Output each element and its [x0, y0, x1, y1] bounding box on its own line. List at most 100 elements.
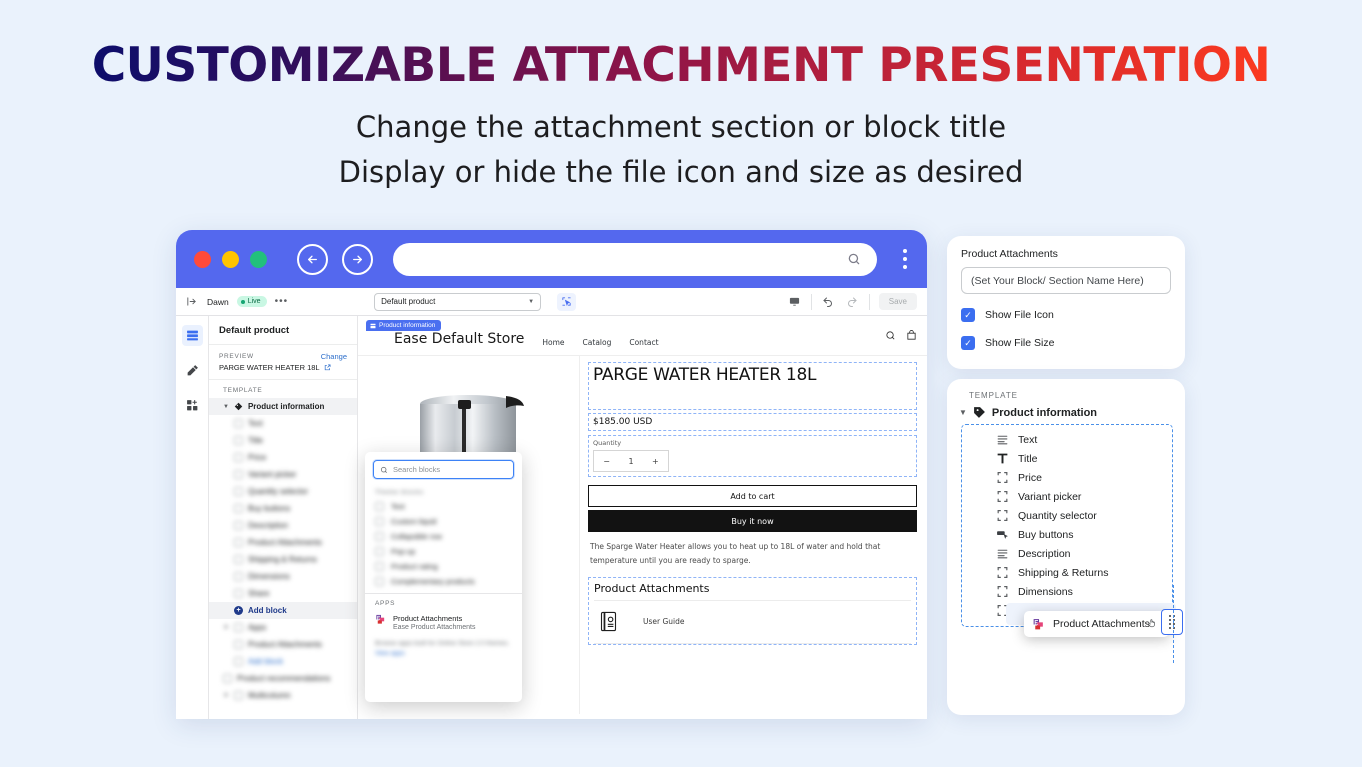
sidebar-block-dimensions[interactable]: Dimensions [209, 568, 357, 585]
block-name-input[interactable]: (Set Your Block/ Section Name Here) [961, 267, 1171, 294]
chevron-down-icon[interactable]: ▼ [223, 404, 229, 410]
desktop-icon[interactable] [787, 294, 802, 309]
nav-link-contact[interactable]: Contact [629, 338, 658, 347]
placeholder-brackets-icon [234, 589, 243, 598]
sidebar-block-variant-picker[interactable]: Variant picker [209, 466, 357, 483]
sidebar-section-product-information[interactable]: ▼ Product information [209, 398, 357, 415]
sidebar-block-text[interactable]: Text [209, 415, 357, 432]
template-row-description[interactable]: Description [962, 544, 1172, 563]
popup-item-text[interactable]: Text [365, 499, 522, 514]
template-select[interactable]: Default product ▼ [374, 292, 542, 311]
redo-icon[interactable] [845, 294, 860, 309]
show-file-icon-row[interactable]: ✓ Show File Icon [961, 308, 1171, 322]
external-link-icon[interactable] [324, 364, 331, 371]
sidebar-add-block-button[interactable]: + Add block [209, 602, 357, 619]
close-window-dot[interactable] [194, 250, 211, 268]
inspector-icon[interactable] [557, 292, 577, 311]
apps-icon [233, 623, 243, 632]
label: Variant picker [248, 470, 297, 479]
label: Apps [247, 623, 267, 632]
label: Shipping & Returns [1018, 566, 1109, 579]
sections-icon[interactable] [181, 325, 203, 346]
nav-link-home[interactable]: Home [542, 338, 564, 347]
template-row-text[interactable]: Text [962, 430, 1172, 449]
popup-item-collapsible-row[interactable]: Collapsible row [365, 529, 522, 544]
label: Collapsible row [391, 532, 442, 541]
popup-footer-link[interactable]: View apps [375, 650, 405, 657]
sidebar-block-product-attachments[interactable]: Product Attachments [209, 534, 357, 551]
product-price[interactable]: $185.00 USD [588, 413, 917, 431]
toolbar-right-tools: Save [787, 293, 919, 310]
quantity-block[interactable]: Quantity − 1 + [588, 435, 917, 477]
popup-item-custom-liquid[interactable]: Custom liquid [365, 514, 522, 529]
store-header-icons [885, 330, 917, 341]
template-panel: TEMPLATE ▼ Product information Text Titl… [947, 379, 1185, 715]
template-row-quantity-selector[interactable]: Quantity selector [962, 506, 1172, 525]
sidebar-block-quantity-selector[interactable]: Quantity selector [209, 483, 357, 500]
show-file-icon-checkbox[interactable]: ✓ [961, 308, 975, 322]
chevron-down-icon[interactable]: ▼ [959, 408, 967, 417]
buy-it-now-button[interactable]: Buy it now [588, 510, 917, 532]
sidebar-apps-add-block[interactable]: Add block [209, 653, 357, 670]
popup-item-complementary-products[interactable]: Complementary products [365, 574, 522, 589]
popup-item-product-rating[interactable]: Product rating [365, 559, 522, 574]
sidebar-section-product-recommendations[interactable]: Product recommendations [209, 670, 357, 687]
sidebar-group-apps[interactable]: ▼ Apps [209, 619, 357, 636]
sidebar-block-description[interactable]: Description [209, 517, 357, 534]
toolbar-divider [810, 293, 812, 310]
template-row-title[interactable]: Title [962, 449, 1172, 468]
template-row-dimensions[interactable]: Dimensions [962, 582, 1172, 601]
quantity-increase-button[interactable]: + [652, 457, 659, 466]
product-attachments-block[interactable]: Product Attachments User Guide [588, 576, 917, 645]
attachment-row[interactable]: User Guide [594, 599, 911, 644]
nav-link-catalog[interactable]: Catalog [583, 338, 612, 347]
sidebar-block-shipping-returns[interactable]: Shipping & Returns [209, 551, 357, 568]
popup-app-product-attachments[interactable]: Product Attachments Ease Product Attachm… [365, 610, 522, 633]
minimize-window-dot[interactable] [222, 250, 239, 268]
sidebar-block-price[interactable]: Price [209, 449, 357, 466]
sidebar-apps-product-attachments[interactable]: Product Attachments [209, 636, 357, 653]
sidebar-block-buy-buttons[interactable]: Buy buttons [209, 500, 357, 517]
quantity-stepper[interactable]: − 1 + [593, 450, 669, 472]
placeholder-brackets-icon [234, 487, 243, 496]
search-blocks-field[interactable]: Search blocks [373, 460, 514, 479]
plus-icon: + [234, 606, 243, 615]
browser-menu-button[interactable] [897, 249, 913, 269]
chevron-down-icon: ▼ [528, 298, 535, 305]
template-block-list: Text Title Price Variant picker Quantity… [961, 424, 1183, 663]
popup-item-popup[interactable]: Pop-up [365, 544, 522, 559]
label: Dimensions [1018, 585, 1073, 598]
sidebar-block-share[interactable]: Share [209, 585, 357, 602]
theme-settings-icon[interactable] [182, 360, 203, 381]
undo-icon[interactable] [821, 294, 836, 309]
add-to-cart-button[interactable]: Add to cart [588, 485, 917, 507]
forward-button[interactable] [342, 243, 373, 275]
quantity-decrease-button[interactable]: − [603, 457, 610, 466]
template-row-price[interactable]: Price [962, 468, 1172, 487]
save-button[interactable]: Save [878, 293, 917, 310]
show-file-size-checkbox[interactable]: ✓ [961, 336, 975, 350]
dragging-product-attachments-card[interactable]: Product Attachments [1024, 585, 1183, 663]
cart-icon[interactable] [906, 330, 917, 341]
template-section-header[interactable]: ▼ Product information [947, 406, 1185, 424]
address-bar[interactable] [393, 242, 877, 276]
app-embeds-icon[interactable] [182, 395, 203, 416]
show-file-size-row[interactable]: ✓ Show File Size [961, 336, 1171, 350]
browser-window: Dawn Live ••• Default product ▼ Save Def… [176, 230, 927, 719]
template-row-shipping-returns[interactable]: Shipping & Returns [962, 563, 1172, 582]
drag-handle-icon[interactable] [1161, 609, 1183, 635]
exit-icon[interactable] [184, 294, 199, 309]
section-badge[interactable]: Product information [366, 320, 442, 331]
sidebar-block-title[interactable]: Title [209, 432, 357, 449]
tag-icon [234, 402, 243, 411]
template-row-variant-picker[interactable]: Variant picker [962, 487, 1172, 506]
back-button[interactable] [297, 243, 328, 275]
maximize-window-dot[interactable] [250, 250, 267, 268]
change-preview-link[interactable]: Change [321, 352, 347, 361]
toolbar-more-button[interactable]: ••• [275, 296, 289, 307]
product-title[interactable]: PARGE WATER HEATER 18L [588, 362, 917, 410]
search-icon[interactable] [885, 330, 896, 341]
template-row-buy-buttons[interactable]: Buy buttons [962, 525, 1172, 544]
sidebar-section-multicolumn[interactable]: ▼ Multicolumn [209, 687, 357, 704]
quantity-value: 1 [628, 456, 634, 466]
